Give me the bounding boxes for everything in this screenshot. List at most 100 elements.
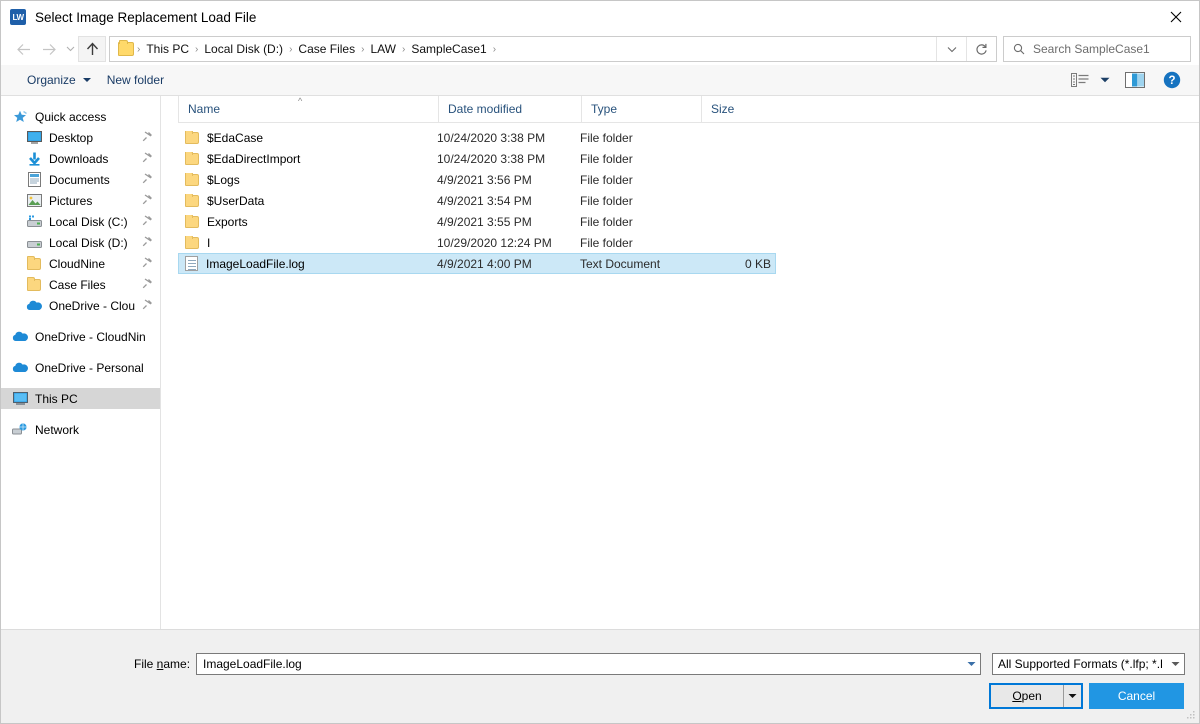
filetype-dropdown-arrow[interactable] bbox=[1167, 661, 1184, 667]
column-header-row: ^ Name Date modified Type Size bbox=[178, 95, 1199, 123]
sidebar-item-local-disk-d[interactable]: Local Disk (D:) bbox=[1, 232, 160, 253]
table-row[interactable]: I 10/29/2020 12:24 PM File folder bbox=[178, 232, 776, 253]
file-type-cell: File folder bbox=[580, 193, 633, 208]
pin-icon[interactable] bbox=[142, 193, 154, 208]
open-button[interactable]: Open bbox=[989, 683, 1083, 709]
sidebar-item-case-files[interactable]: Case Files bbox=[1, 274, 160, 295]
sidebar-item-pictures[interactable]: Pictures bbox=[1, 190, 160, 211]
table-row[interactable]: Exports 4/9/2021 3:55 PM File folder bbox=[178, 211, 776, 232]
folder-icon bbox=[118, 40, 134, 56]
column-header-name[interactable]: Name bbox=[178, 95, 438, 123]
chevron-down-icon bbox=[1171, 662, 1180, 666]
sidebar-item-documents[interactable]: Documents bbox=[1, 169, 160, 190]
filename-dropdown-button[interactable] bbox=[963, 661, 980, 667]
table-row[interactable]: $EdaCase 10/24/2020 3:38 PM File folder bbox=[178, 127, 776, 148]
cancel-button[interactable]: Cancel bbox=[1089, 683, 1184, 709]
resize-grip-icon[interactable] bbox=[1186, 710, 1196, 720]
sidebar-item-label: OneDrive - Personal bbox=[35, 360, 144, 375]
file-date-cell: 4/9/2021 3:55 PM bbox=[437, 214, 532, 229]
file-date-cell: 4/9/2021 3:54 PM bbox=[437, 193, 532, 208]
up-button[interactable] bbox=[78, 36, 106, 62]
cloud-icon bbox=[26, 298, 42, 314]
sidebar-item-network[interactable]: Network bbox=[1, 419, 160, 440]
sidebar-item-cloudnine[interactable]: CloudNine bbox=[1, 253, 160, 274]
table-row-selected[interactable]: ImageLoadFile.log 4/9/2021 4:00 PM Text … bbox=[178, 253, 776, 274]
file-type-cell: File folder bbox=[580, 235, 633, 250]
drive-icon bbox=[26, 235, 42, 251]
filename-label-post: ame: bbox=[163, 657, 191, 671]
filename-input[interactable]: ImageLoadFile.log bbox=[196, 653, 981, 675]
breadcrumb-item-local-disk-d[interactable]: Local Disk (D:) bbox=[199, 42, 288, 56]
sidebar-item-desktop[interactable]: Desktop bbox=[1, 127, 160, 148]
breadcrumb-bar[interactable]: › This PC › Local Disk (D:) › Case Files… bbox=[109, 36, 997, 62]
filetype-dropdown[interactable]: All Supported Formats (*.lfp; *.l bbox=[992, 653, 1185, 675]
file-size-cell: 0 KB bbox=[744, 256, 771, 271]
open-dropdown-button[interactable] bbox=[1063, 685, 1081, 707]
recent-locations-button[interactable] bbox=[62, 36, 78, 62]
close-button[interactable] bbox=[1153, 1, 1199, 33]
organize-button[interactable]: Organize bbox=[19, 69, 99, 91]
file-date-cell: 4/9/2021 4:00 PM bbox=[437, 256, 532, 271]
breadcrumb-dropdown-button[interactable] bbox=[936, 37, 966, 61]
sidebar-item-this-pc[interactable]: This PC bbox=[1, 388, 160, 409]
table-row[interactable]: $Logs 4/9/2021 3:56 PM File folder bbox=[178, 169, 776, 190]
sidebar-item-downloads[interactable]: Downloads bbox=[1, 148, 160, 169]
app-icon: LW bbox=[10, 9, 26, 25]
sidebar-item-label: Desktop bbox=[49, 130, 94, 145]
view-dropdown-button[interactable] bbox=[1095, 68, 1115, 92]
pin-icon[interactable] bbox=[142, 298, 154, 313]
folder-icon bbox=[185, 130, 199, 144]
new-folder-button[interactable]: New folder bbox=[99, 69, 172, 91]
search-icon bbox=[1013, 43, 1025, 55]
pin-icon[interactable] bbox=[142, 172, 154, 187]
file-type-cell: Text Document bbox=[580, 256, 661, 271]
navigation-bar: › This PC › Local Disk (D:) › Case Files… bbox=[1, 33, 1199, 65]
table-row[interactable]: $EdaDirectImport 10/24/2020 3:38 PM File… bbox=[178, 148, 776, 169]
breadcrumb-item-law[interactable]: LAW bbox=[365, 42, 401, 56]
title-bar: LW Select Image Replacement Load File bbox=[1, 1, 1199, 33]
refresh-button[interactable] bbox=[966, 37, 996, 61]
file-name-cell: ImageLoadFile.log bbox=[179, 256, 437, 271]
pin-icon[interactable] bbox=[142, 130, 154, 145]
preview-pane-button[interactable] bbox=[1115, 68, 1155, 92]
column-header-size[interactable]: Size bbox=[701, 95, 780, 123]
file-list-pane: ^ Name Date modified Type Size $EdaCase … bbox=[161, 95, 1199, 629]
sidebar-item-label: OneDrive - Clou bbox=[49, 298, 136, 313]
file-name-label: Exports bbox=[207, 214, 248, 229]
documents-icon bbox=[26, 172, 42, 188]
sidebar-item-label: Local Disk (D:) bbox=[49, 235, 128, 250]
column-header-type[interactable]: Type bbox=[581, 95, 701, 123]
sidebar-item-onedrive-cloudnine[interactable]: OneDrive - CloudNin bbox=[1, 326, 160, 347]
sidebar-item-local-disk-c[interactable]: Local Disk (C:) bbox=[1, 211, 160, 232]
file-name-cell: $EdaDirectImport bbox=[179, 151, 437, 166]
breadcrumb-item-samplecase1[interactable]: SampleCase1 bbox=[406, 42, 491, 56]
file-name-label: $Logs bbox=[207, 172, 240, 187]
pin-icon[interactable] bbox=[142, 235, 154, 250]
organize-label: Organize bbox=[27, 73, 76, 87]
help-button[interactable]: ? bbox=[1155, 68, 1189, 92]
breadcrumb-item-case-files[interactable]: Case Files bbox=[293, 42, 360, 56]
star-icon bbox=[12, 109, 28, 125]
table-row[interactable]: $UserData 4/9/2021 3:54 PM File folder bbox=[178, 190, 776, 211]
pin-icon[interactable] bbox=[142, 151, 154, 166]
sidebar-item-quick-access[interactable]: Quick access bbox=[1, 106, 160, 127]
pin-icon[interactable] bbox=[142, 214, 154, 229]
sidebar-item-onedrive-personal[interactable]: OneDrive - Personal bbox=[1, 357, 160, 378]
file-type-cell: File folder bbox=[580, 214, 633, 229]
file-name-cell: $UserData bbox=[179, 193, 437, 208]
breadcrumb-item-this-pc[interactable]: This PC bbox=[141, 42, 194, 56]
cloud-icon bbox=[12, 329, 28, 345]
pin-icon[interactable] bbox=[142, 277, 154, 292]
help-icon: ? bbox=[1163, 71, 1181, 89]
search-box[interactable]: Search SampleCase1 bbox=[1003, 36, 1191, 62]
column-header-date-modified[interactable]: Date modified bbox=[438, 95, 581, 123]
forward-button[interactable] bbox=[36, 36, 62, 62]
pin-icon[interactable] bbox=[142, 256, 154, 271]
command-toolbar: Organize New folder ? bbox=[1, 65, 1199, 96]
change-view-button[interactable] bbox=[1065, 68, 1095, 92]
open-button-label: Open bbox=[991, 685, 1063, 707]
file-date-cell: 10/24/2020 3:38 PM bbox=[437, 130, 546, 145]
back-button[interactable] bbox=[10, 36, 36, 62]
text-file-icon bbox=[185, 256, 198, 271]
sidebar-item-onedrive-cloud[interactable]: OneDrive - Clou bbox=[1, 295, 160, 316]
